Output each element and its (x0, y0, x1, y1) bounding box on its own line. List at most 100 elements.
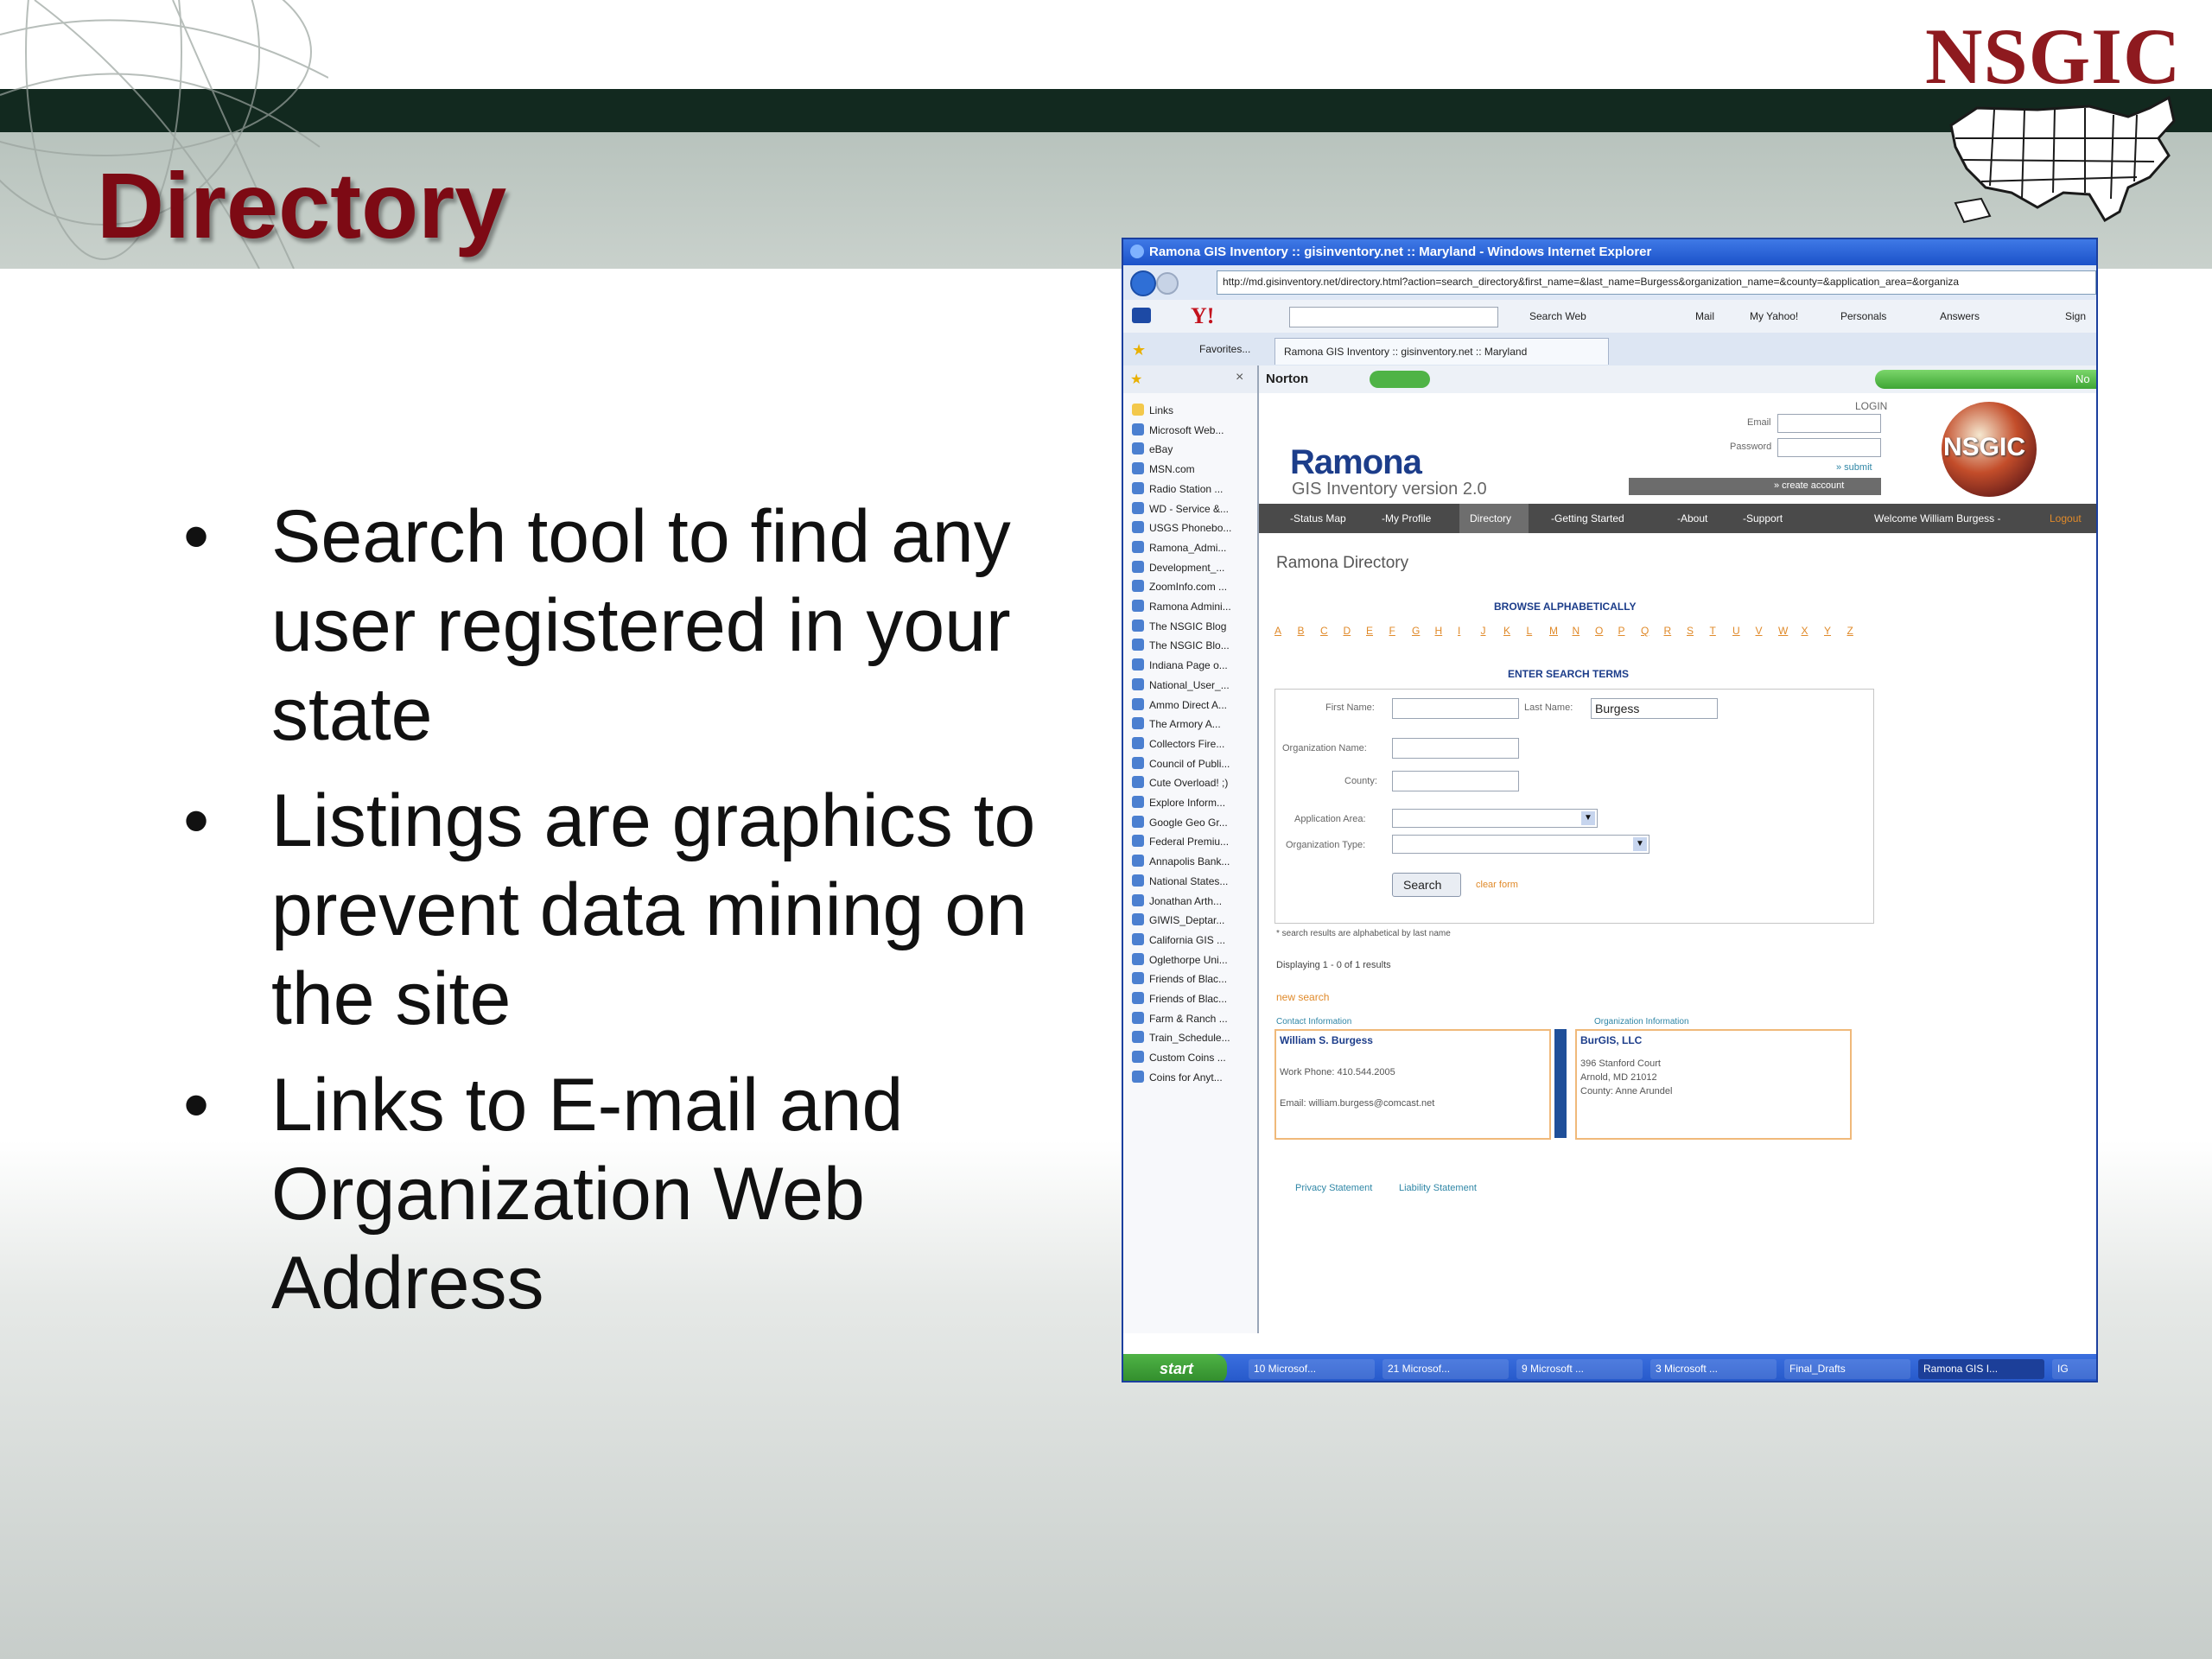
nav-status-map[interactable]: -Status Map (1290, 512, 1346, 524)
favorite-item[interactable]: The Armory A... (1132, 717, 1221, 730)
start-button[interactable]: start (1123, 1354, 1227, 1381)
taskbar-item[interactable]: 3 Microsoft ... (1650, 1359, 1777, 1379)
favorite-item[interactable]: California GIS ... (1132, 932, 1225, 946)
taskbar-item-active[interactable]: Ramona GIS I... (1918, 1359, 2044, 1379)
favorite-item[interactable]: The NSGIC Blog (1132, 619, 1226, 632)
letter-link[interactable]: E (1366, 625, 1373, 637)
favorite-item[interactable]: Oglethorpe Uni... (1132, 952, 1228, 966)
favorite-item[interactable]: ZoomInfo.com ... (1132, 580, 1227, 593)
norton-status-icon[interactable] (1370, 371, 1430, 388)
nav-about[interactable]: -About (1677, 512, 1707, 524)
nav-directory[interactable]: Directory (1470, 512, 1511, 524)
nav-getting-started[interactable]: -Getting Started (1551, 512, 1624, 524)
last-name-input[interactable]: Burgess (1591, 698, 1718, 719)
forward-icon[interactable] (1156, 272, 1179, 295)
letter-link[interactable]: F (1389, 625, 1395, 637)
favorite-item[interactable]: Links (1132, 404, 1173, 416)
favorite-item[interactable]: Custom Coins ... (1132, 1051, 1226, 1064)
letter-link[interactable]: R (1664, 625, 1672, 637)
county-input[interactable] (1392, 771, 1519, 791)
favorite-item[interactable]: Ramona_Admi... (1132, 540, 1226, 554)
letter-link[interactable]: Y (1824, 625, 1831, 637)
favorite-item[interactable]: WD - Service &... (1132, 501, 1229, 515)
favorite-item[interactable]: Microsoft Web... (1132, 423, 1224, 436)
favorites-star-icon[interactable]: ★ (1132, 341, 1146, 359)
favorite-item[interactable]: MSN.com (1132, 462, 1195, 475)
search-button[interactable]: Search (1392, 873, 1461, 897)
favorite-item[interactable]: Coins for Anyt... (1132, 1070, 1223, 1084)
first-name-input[interactable] (1392, 698, 1519, 719)
favorite-item[interactable]: Indiana Page o... (1132, 658, 1228, 671)
favorite-item[interactable]: eBay (1132, 442, 1173, 455)
favorite-item[interactable]: Development_... (1132, 560, 1224, 574)
org-name[interactable]: BurGIS, LLC (1580, 1034, 1642, 1046)
sign-in-button[interactable]: Sign (2065, 310, 2086, 322)
letter-link[interactable]: M (1549, 625, 1558, 637)
favorite-item[interactable]: GIWIS_Deptar... (1132, 913, 1224, 926)
letter-link[interactable]: S (1687, 625, 1694, 637)
favorite-item[interactable]: Google Geo Gr... (1132, 815, 1228, 829)
favorite-item[interactable]: Ammo Direct A... (1132, 697, 1227, 711)
letter-link[interactable]: G (1412, 625, 1420, 637)
favorite-item[interactable]: Friends of Blac... (1132, 972, 1227, 985)
login-password-input[interactable] (1777, 438, 1881, 457)
letter-link[interactable]: X (1802, 625, 1808, 637)
letter-link[interactable]: K (1503, 625, 1510, 637)
favorite-item[interactable]: Cute Overload! ;) (1132, 776, 1228, 789)
favorite-item[interactable]: Council of Publi... (1132, 756, 1230, 770)
letter-link[interactable]: Q (1641, 625, 1649, 637)
back-icon[interactable] (1130, 270, 1156, 296)
taskbar-item[interactable]: 21 Microsof... (1382, 1359, 1509, 1379)
letter-link[interactable]: C (1320, 625, 1328, 637)
login-email-input[interactable] (1777, 414, 1881, 433)
letter-link[interactable]: J (1481, 625, 1486, 637)
tab-ramona[interactable]: Ramona GIS Inventory :: gisinventory.net… (1274, 338, 1609, 365)
new-search-link[interactable]: new search (1276, 991, 1329, 1003)
mail-button[interactable]: Mail (1695, 310, 1714, 322)
add-favorite-icon[interactable]: ★ (1130, 371, 1142, 388)
letter-link[interactable]: Z (1847, 625, 1853, 637)
letter-link[interactable]: O (1595, 625, 1603, 637)
create-account-bar[interactable]: » create account (1629, 478, 1881, 495)
letter-link[interactable]: B (1298, 625, 1305, 637)
favorite-item[interactable]: National_User_... (1132, 677, 1230, 691)
search-web-button[interactable]: Search Web (1529, 310, 1586, 322)
personals-button[interactable]: Personals (1840, 310, 1886, 322)
favorite-item[interactable]: The NSGIC Blo... (1132, 639, 1230, 652)
taskbar-item[interactable]: Final_Drafts (1784, 1359, 1910, 1379)
my-yahoo-button[interactable]: My Yahoo! (1750, 310, 1798, 322)
favorite-item[interactable]: USGS Phonebo... (1132, 521, 1231, 534)
favorite-item[interactable]: Train_Schedule... (1132, 1031, 1230, 1044)
logout-link[interactable]: Logout (2050, 512, 2082, 524)
privacy-link[interactable]: Privacy Statement (1295, 1183, 1372, 1193)
letter-link[interactable]: I (1458, 625, 1460, 637)
letter-link[interactable]: A (1274, 625, 1281, 637)
favorite-item[interactable]: Ramona Admini... (1132, 600, 1231, 613)
contact-email[interactable]: Email: william.burgess@comcast.net (1280, 1098, 1434, 1109)
letter-link[interactable]: D (1344, 625, 1351, 637)
favorite-item[interactable]: Collectors Fire... (1132, 736, 1224, 750)
submit-link[interactable]: » submit (1836, 462, 1872, 473)
letter-link[interactable]: V (1756, 625, 1763, 637)
yahoo-icon[interactable]: Y! (1191, 303, 1214, 329)
favorite-item[interactable]: Jonathan Arth... (1132, 893, 1222, 907)
favorites-button[interactable]: Favorites... (1199, 343, 1250, 355)
app-area-select[interactable]: ▼ (1392, 809, 1598, 828)
letter-link[interactable]: L (1527, 625, 1533, 637)
favorite-item[interactable]: Federal Premiu... (1132, 835, 1229, 848)
yahoo-search-input[interactable] (1289, 307, 1498, 327)
favorite-item[interactable]: Farm & Ranch ... (1132, 1011, 1228, 1025)
taskbar-item[interactable]: 10 Microsof... (1249, 1359, 1375, 1379)
letter-link[interactable]: H (1435, 625, 1443, 637)
clear-form-link[interactable]: clear form (1476, 880, 1518, 890)
liability-link[interactable]: Liability Statement (1399, 1183, 1477, 1193)
taskbar-item[interactable]: IG (2052, 1359, 2096, 1379)
favorite-item[interactable]: Explore Inform... (1132, 796, 1225, 809)
hp-icon[interactable] (1132, 308, 1151, 323)
address-input[interactable]: http://md.gisinventory.net/directory.htm… (1217, 270, 2096, 295)
letter-link[interactable]: W (1778, 625, 1788, 637)
letter-link[interactable]: U (1732, 625, 1740, 637)
nav-support[interactable]: -Support (1743, 512, 1783, 524)
letter-link[interactable]: T (1710, 625, 1716, 637)
favorite-item[interactable]: Annapolis Bank... (1132, 855, 1230, 868)
